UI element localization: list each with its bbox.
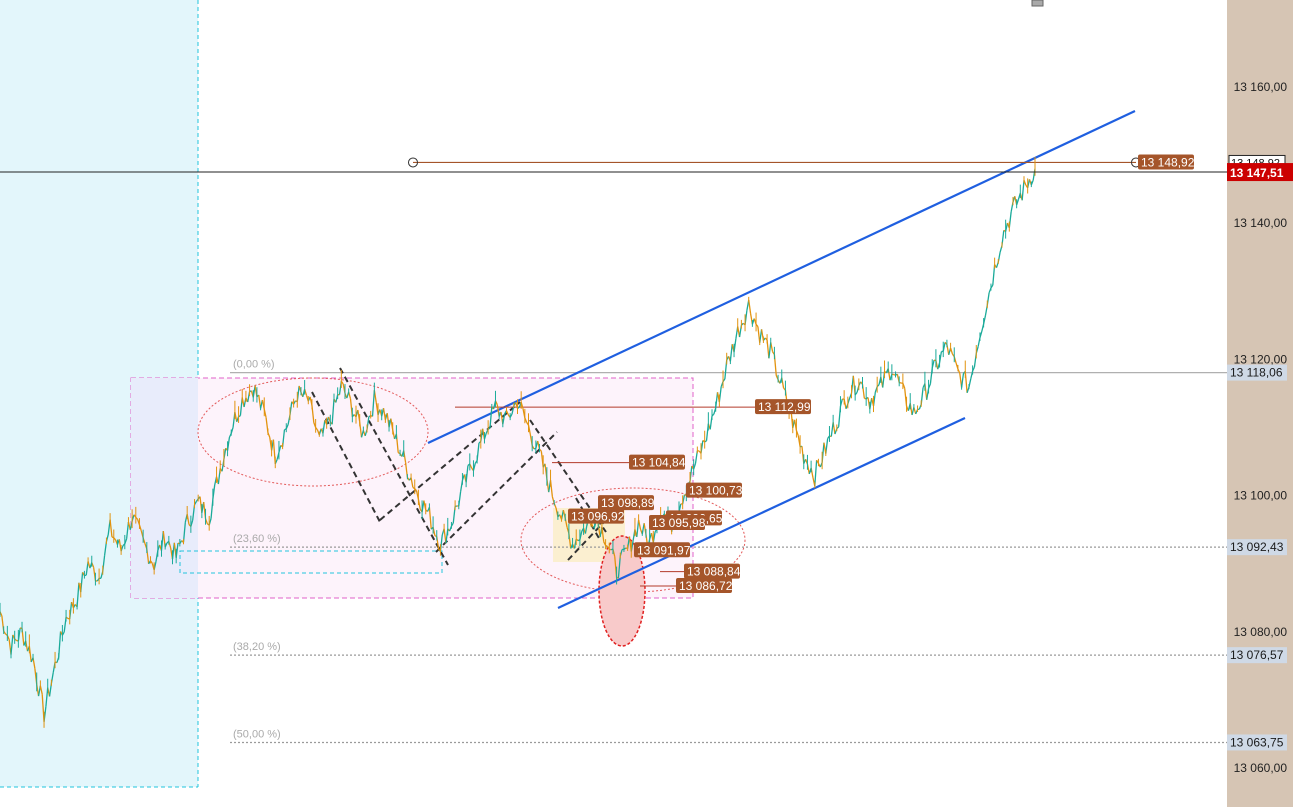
price-tag-label: 13 091,97 (637, 543, 691, 557)
y-tick-label: 13 120,00 (1234, 352, 1288, 366)
chart-stage[interactable]: (0,00 %) (23,60 %) (38,20 %) (50,00 %) 13 1… (0, 0, 1293, 807)
price-tag-label: 13 086,72 (679, 579, 733, 593)
y-tick-label: 13 140,00 (1234, 216, 1288, 230)
price-chart[interactable]: (0,00 %) (23,60 %) (38,20 %) (50,00 %) 13 1… (0, 0, 1293, 807)
fib-axis-label: 13 076,57 (1230, 648, 1284, 662)
fib-percent-label: (38,20 %) (233, 641, 281, 653)
fib-percent-label: (23,60 %) (233, 533, 281, 545)
price-segment (1021, 180, 1025, 201)
price-tag-label: 13 095,98 (652, 516, 706, 530)
price-tag-label: 13 148,92 (1141, 155, 1195, 169)
price-tag-label: 13 112,99 (758, 400, 811, 414)
scroll-marker[interactable] (1031, 0, 1044, 7)
overlap-zone (131, 378, 198, 598)
fib-axis-label: 13 063,75 (1230, 735, 1284, 749)
price-segment (748, 299, 752, 314)
fib-percent-label: (0,00 %) (233, 359, 275, 371)
fib-axis-label: 13 118,06 (1230, 366, 1283, 380)
price-tag-label: 13 096,92 (571, 510, 625, 524)
fib-percent-label: (50,00 %) (233, 728, 281, 740)
price-tag-label: 13 104,84 (632, 456, 686, 470)
y-tick-label: 13 160,00 (1234, 80, 1288, 94)
price-tag-label: 13 088,84 (687, 565, 741, 579)
price-segment (814, 460, 818, 487)
y-tick-label: 13 080,00 (1234, 625, 1288, 639)
price-tag-label: 13 100,73 (689, 484, 743, 498)
fib-axis-label: 13 092,43 (1230, 540, 1284, 554)
y-tick-label: 13 100,00 (1234, 489, 1288, 503)
y-tick-label: 13 060,00 (1234, 761, 1288, 775)
current-price-label: 13 147,51 (1230, 166, 1284, 180)
price-tag-label: 13 098,89 (601, 496, 655, 510)
upper-trend-line[interactable] (427, 110, 1136, 444)
